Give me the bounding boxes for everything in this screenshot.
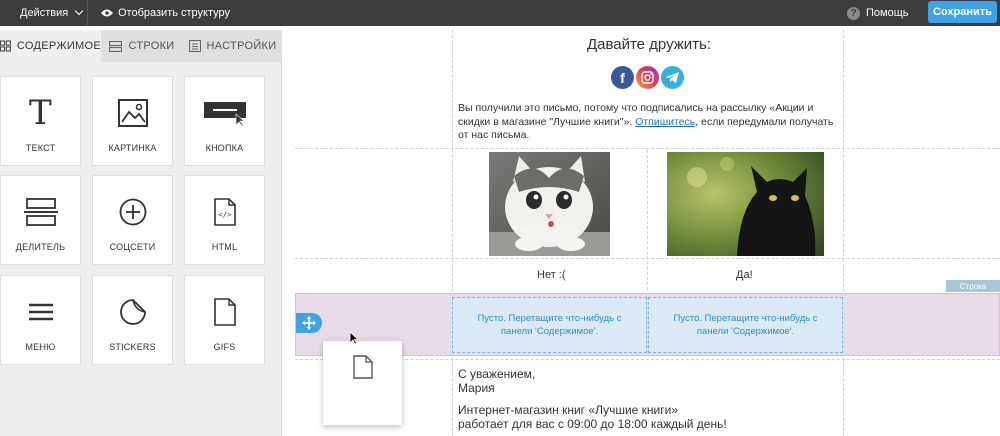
tab-settings[interactable]: НАСТРОЙКИ	[183, 30, 282, 62]
sidebar-tabs: СОДЕРЖИМОЕ СТРОКИ НАСТРОЙКИ	[0, 30, 282, 62]
block-html-label: HTML	[211, 242, 238, 252]
row-guide	[295, 148, 1000, 149]
caption-yes[interactable]: Да!	[736, 269, 753, 281]
mouse-cursor-icon	[349, 331, 359, 345]
block-button-label: КНОПКА	[205, 143, 244, 153]
show-structure-toggle[interactable]: Отобразить структуру	[101, 0, 230, 26]
column-guide	[452, 30, 453, 436]
button-icon	[203, 91, 247, 135]
actions-menu[interactable]: Действия	[0, 0, 88, 26]
column-guide	[647, 150, 648, 290]
shop-hours: работает для вас с 09:00 до 18:00 каждый…	[458, 417, 727, 431]
move-arrows-icon	[302, 316, 316, 330]
block-image[interactable]: КАРТИНКА	[92, 76, 173, 166]
dragged-gif-block[interactable]	[323, 341, 402, 425]
block-stickers-label: STICKERS	[109, 342, 156, 352]
block-menu-label: МЕНЮ	[25, 342, 56, 352]
eye-icon	[101, 9, 113, 17]
row-label-badge[interactable]: Строка	[946, 280, 1000, 292]
settings-panel-icon	[188, 40, 201, 52]
sticker-icon	[119, 290, 147, 334]
show-structure-label: Отобразить структуру	[118, 7, 231, 19]
block-html[interactable]: </> HTML	[184, 175, 265, 265]
actions-label: Действия	[20, 7, 69, 19]
block-text[interactable]: T ТЕКСТ	[0, 76, 81, 166]
email-editor: Действия Отобразить структуру ? Помощь С…	[0, 0, 1000, 436]
block-social-label: СОЦСЕТИ	[109, 242, 156, 252]
grid-icon	[0, 40, 11, 52]
block-menu[interactable]: МЕНЮ	[0, 275, 81, 365]
shop-info-block[interactable]: Интернет-магазин книг «Лучшие книги» раб…	[458, 403, 727, 431]
block-social[interactable]: СОЦСЕТИ	[92, 175, 173, 265]
image-icon	[117, 91, 148, 135]
empty-column-dropzone[interactable]: Пусто. Перетащите что-нибудь с панели 'С…	[452, 297, 647, 353]
text-icon: T	[29, 93, 52, 133]
block-stickers[interactable]: STICKERS	[92, 275, 173, 365]
social-plus-icon	[119, 190, 147, 234]
empty-column-dropzone[interactable]: Пусто. Перетащите что-нибудь с панели 'С…	[648, 297, 843, 353]
menu-icon	[28, 290, 54, 334]
block-divider-label: ДЕЛИТЕЛЬ	[15, 242, 66, 252]
tab-content-label: СОДЕРЖИМОЕ	[16, 40, 101, 52]
block-divider[interactable]: ДЕЛИТЕЛЬ	[0, 175, 81, 265]
caption-no[interactable]: Нет :(	[537, 269, 566, 281]
block-image-label: КАРТИНКА	[108, 143, 157, 153]
tab-content[interactable]: СОДЕРЖИМОЕ	[0, 30, 101, 62]
white-kitten-photo[interactable]	[489, 152, 610, 256]
tab-rows-label: СТРОКИ	[128, 40, 175, 52]
block-text-label: ТЕКСТ	[25, 143, 56, 153]
save-button[interactable]: Сохранить	[928, 1, 997, 23]
rows-icon	[109, 40, 123, 52]
gif-file-icon	[213, 290, 236, 334]
signature-name: Мария	[458, 381, 495, 395]
tab-settings-label: НАСТРОЙКИ	[206, 40, 277, 52]
divider-icon	[23, 190, 58, 234]
content-sidebar: СОДЕРЖИМОЕ СТРОКИ НАСТРОЙКИ T ТЕКСТ КАРТ…	[0, 30, 282, 436]
help-button[interactable]: ? Помощь	[847, 0, 909, 26]
block-button[interactable]: КНОПКА	[184, 76, 265, 166]
unsubscribe-notice[interactable]: Вы получили это письмо, потому что подпи…	[458, 102, 841, 143]
top-toolbar: Действия Отобразить структуру ? Помощь С…	[0, 0, 1000, 26]
column-guide	[843, 30, 844, 436]
help-label: Помощь	[866, 7, 909, 19]
gif-file-icon	[352, 355, 373, 379]
facebook-icon[interactable]: f	[611, 66, 634, 89]
instagram-icon[interactable]	[636, 66, 659, 89]
chevron-down-icon	[74, 6, 84, 16]
friends-heading[interactable]: Давайте дружить:	[455, 36, 843, 53]
move-row-handle[interactable]	[296, 313, 322, 333]
block-gifs[interactable]: GIFS	[184, 275, 265, 365]
black-cat-photo[interactable]	[667, 152, 824, 256]
shop-name: Интернет-магазин книг «Лучшие книги»	[458, 403, 678, 417]
signature-block[interactable]: С уважением, Мария	[458, 367, 535, 395]
question-icon: ?	[847, 6, 860, 20]
tab-rows[interactable]: СТРОКИ	[101, 30, 183, 62]
block-gifs-label: GIFS	[213, 342, 236, 352]
svg-text:</>: </>	[218, 211, 231, 219]
row-guide	[295, 258, 1000, 259]
unsubscribe-link[interactable]: Отпишитесь	[635, 116, 695, 128]
telegram-icon[interactable]	[661, 66, 684, 89]
signature-line: С уважением,	[458, 367, 536, 381]
html-file-icon: </>	[213, 190, 236, 234]
